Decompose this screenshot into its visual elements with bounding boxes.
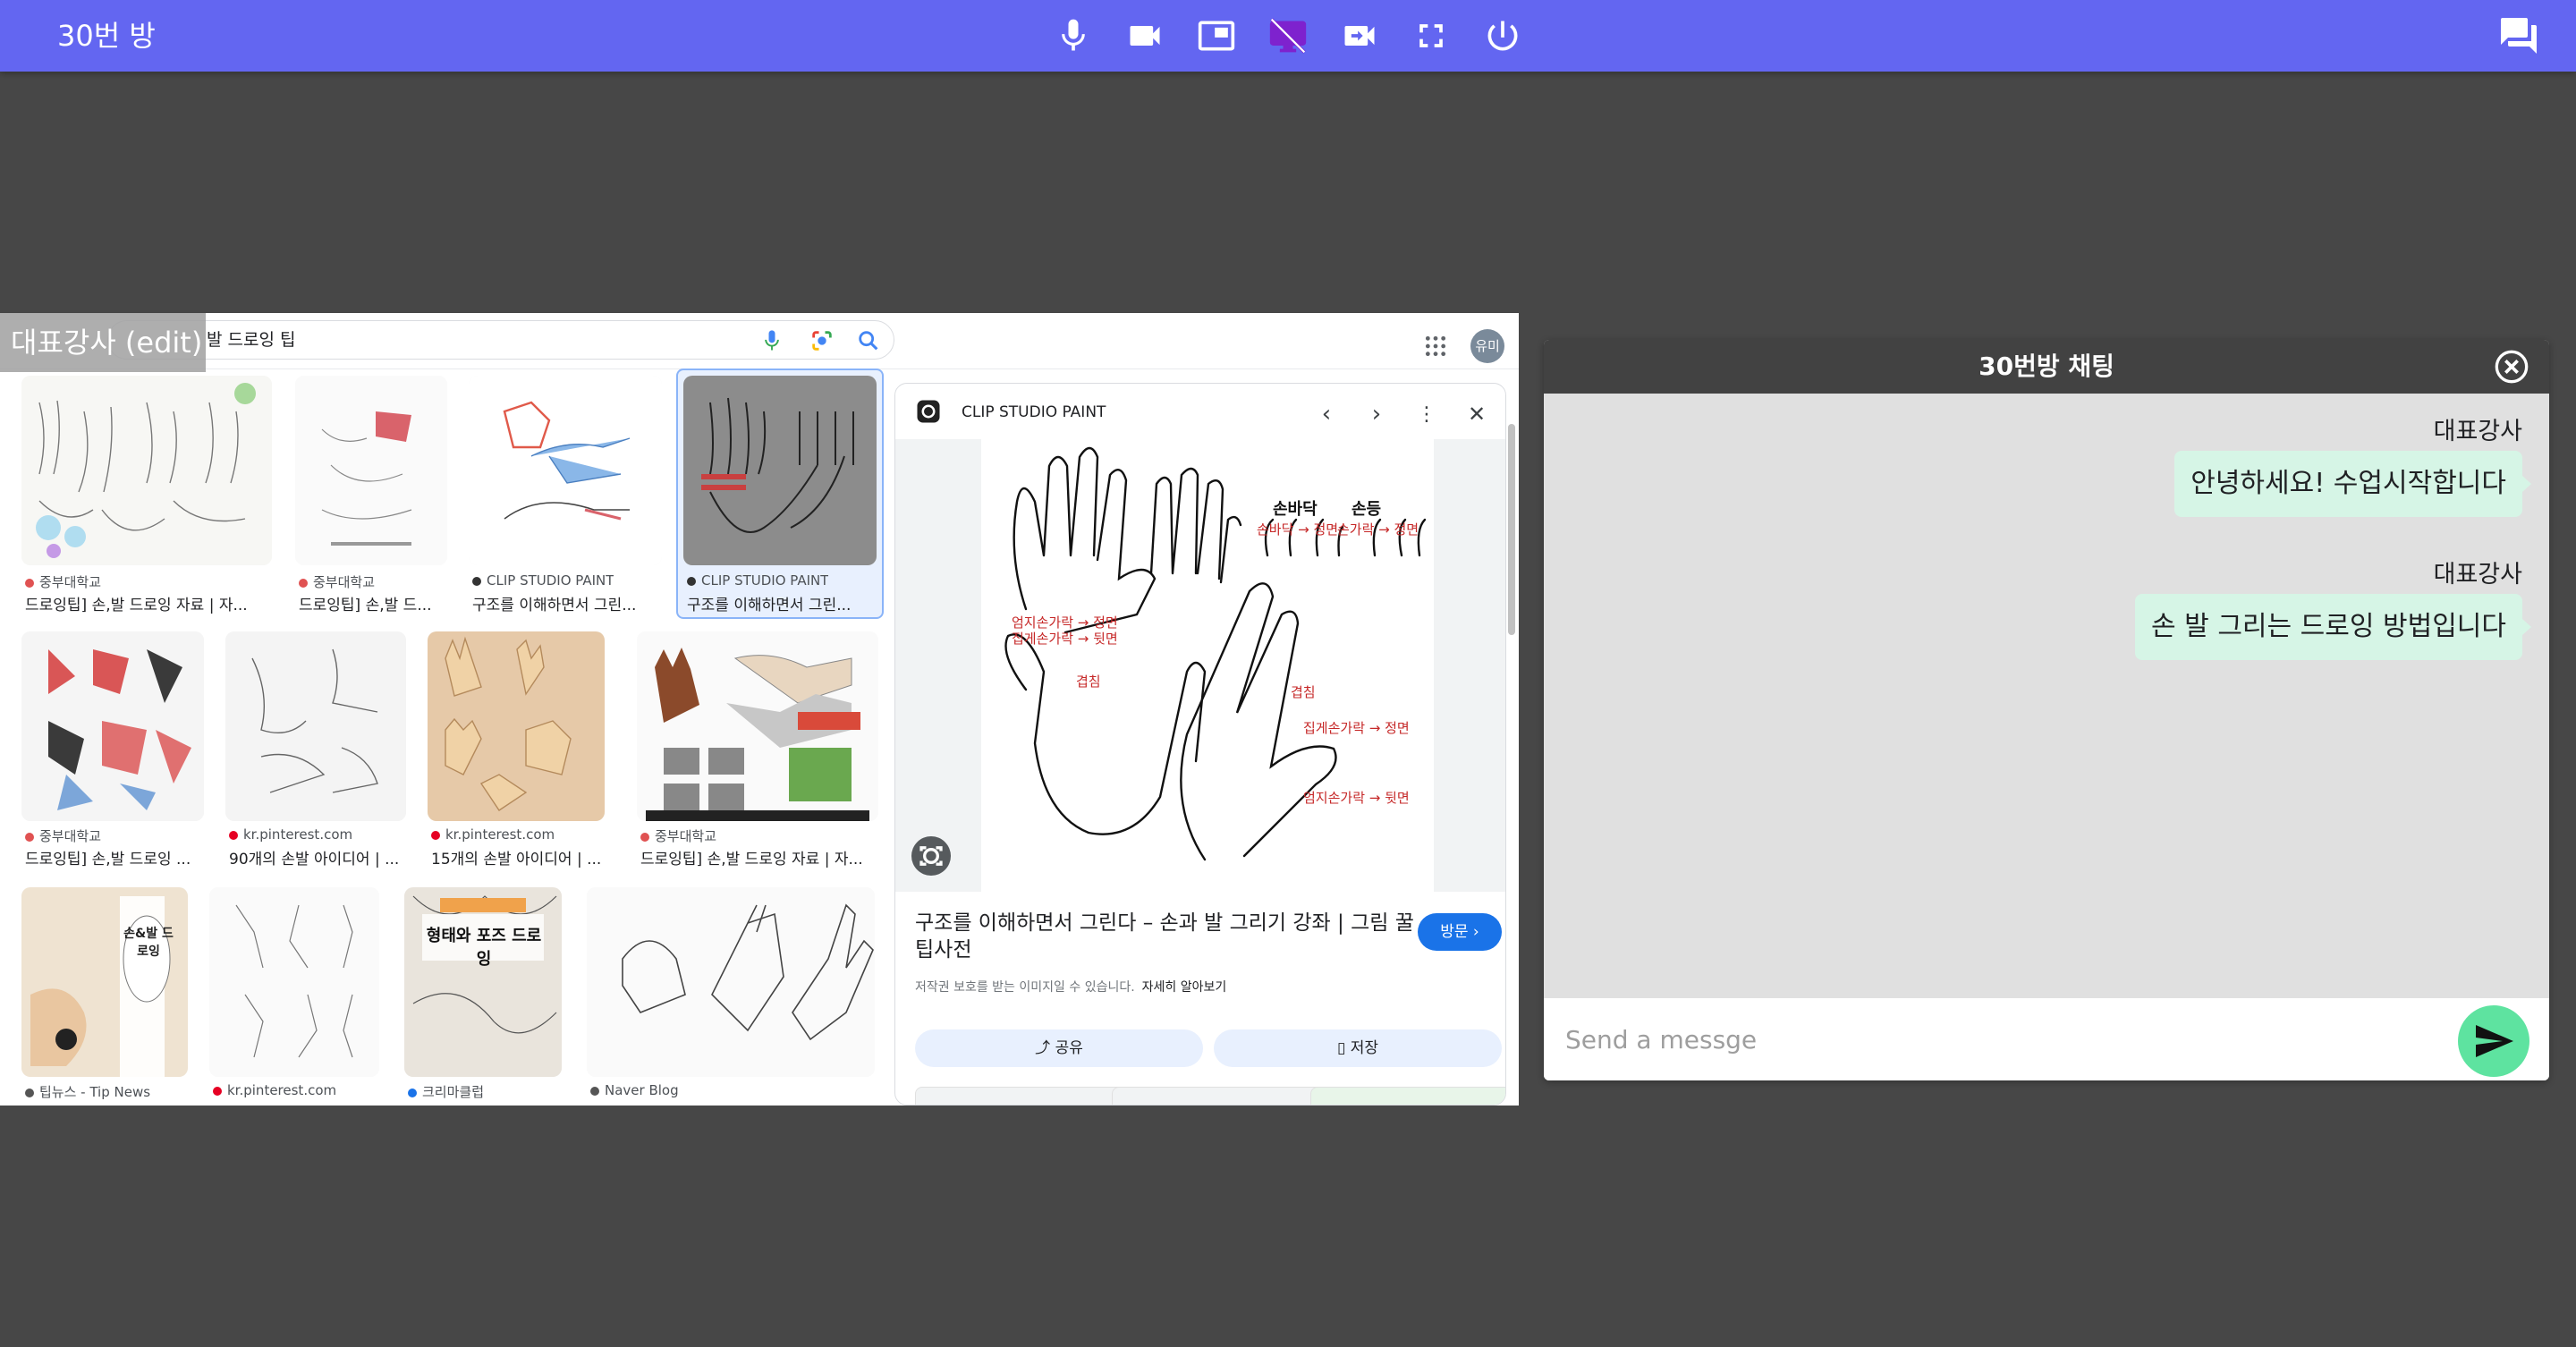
power-icon[interactable]	[1481, 14, 1524, 57]
label-back: 손등	[1352, 500, 1381, 519]
result-thumbnail[interactable]	[683, 376, 877, 565]
search-icon[interactable]	[856, 328, 881, 353]
result-source: kr.pinterest.com	[431, 826, 555, 843]
preview-site-name: CLIP STUDIO PAINT	[962, 403, 1106, 421]
result-thumbnail[interactable]	[587, 887, 875, 1077]
apps-grid-icon[interactable]	[1424, 335, 1447, 358]
top-bar: 30번 방	[0, 0, 2576, 72]
book-cover-title: 형태와 포즈 드로잉	[426, 927, 542, 969]
site-favicon-icon	[917, 400, 940, 423]
related-thumbnail[interactable]	[1112, 1087, 1323, 1105]
bookmark-icon: ▯	[1336, 1039, 1351, 1057]
send-button[interactable]	[2458, 1005, 2529, 1077]
mic-icon[interactable]	[1052, 14, 1095, 57]
related-thumbnail[interactable]	[915, 1087, 1126, 1105]
shared-screen: 발 드로잉 팁 유미 중부대학교 드로잉팁] 손,발 드로잉 자료 | 자...…	[0, 313, 1519, 1106]
result-thumbnail[interactable]: 형태와 포즈 드로잉	[404, 887, 562, 1077]
result-title[interactable]: 드로잉팁] 손,발 드로잉 자료 | 자...	[25, 592, 267, 614]
result-title[interactable]: 드로잉팁] 손,발 드로잉 ...	[25, 846, 204, 868]
switch-camera-icon[interactable]	[1338, 14, 1381, 57]
label-overlap: 겹침	[1291, 684, 1316, 700]
related-thumbnail[interactable]	[1310, 1087, 1505, 1105]
scrollbar[interactable]	[1508, 424, 1515, 635]
chat-title: 30번방 채팅	[1544, 340, 2549, 394]
message-bubble: 안녕하세요! 수업시작합니다	[2174, 451, 2531, 517]
result-thumbnail[interactable]	[209, 887, 379, 1077]
screen-share-off-icon[interactable]	[1267, 14, 1309, 57]
label-index-back: 집게손가락 → 뒷면	[1012, 631, 1118, 647]
result-source: CLIP STUDIO PAINT	[472, 572, 614, 589]
result-source: 중부대학교	[25, 826, 101, 845]
result-thumbnail[interactable]	[428, 631, 605, 821]
preview-title[interactable]: 구조를 이해하면서 그린다 – 손과 발 그리기 강좌 | 그림 꿀팁사전	[915, 910, 1416, 963]
profile-avatar[interactable]: 유미	[1470, 329, 1504, 363]
result-source: 중부대학교	[640, 826, 716, 845]
previous-icon[interactable]: ‹	[1310, 398, 1343, 430]
close-icon[interactable]: ✕	[1461, 398, 1493, 430]
result-thumbnail[interactable]	[225, 631, 406, 821]
save-button[interactable]: ▯ 저장	[1214, 1029, 1502, 1067]
next-icon[interactable]: ›	[1360, 398, 1393, 430]
video-camera-icon[interactable]	[1123, 14, 1166, 57]
visit-button[interactable]: 방문 ›	[1418, 913, 1502, 951]
room-title: 30번 방	[57, 19, 156, 53]
result-thumbnail[interactable]	[295, 376, 447, 565]
result-title[interactable]: 구조를 이해하면서 그린...	[472, 592, 660, 614]
label-palm: 손바닥	[1273, 500, 1318, 519]
result-source: kr.pinterest.com	[213, 1082, 336, 1098]
message-author: 대표강사	[2433, 561, 2522, 589]
preview-image[interactable]: 손바닥 손등 손바닥 → 정면 손가락 → 정면 엄지손가락 → 정면 집게손가…	[981, 439, 1434, 892]
send-icon	[2476, 1025, 2513, 1057]
result-thumbnail[interactable]: 손&발 드로잉	[21, 887, 188, 1077]
label-finger-dir: 손가락 → 정면	[1337, 521, 1419, 538]
lens-camera-icon[interactable]	[911, 836, 951, 876]
image-preview-panel: CLIP STUDIO PAINT ‹ › ⋮ ✕ 손바닥 손등 손바닥 → 정…	[894, 383, 1506, 1106]
share-button[interactable]: ⤴ 공유	[915, 1029, 1203, 1067]
chat-input-row	[1544, 998, 2549, 1080]
picture-in-picture-icon[interactable]	[1195, 14, 1238, 57]
search-bar[interactable]: 발 드로잉 팁	[107, 320, 894, 360]
search-query: 발 드로잉 팁	[207, 330, 296, 350]
result-thumbnail[interactable]	[21, 376, 272, 565]
result-source: kr.pinterest.com	[229, 826, 352, 843]
label-palm-dir: 손바닥 → 정면	[1257, 521, 1338, 538]
result-source: 중부대학교	[299, 572, 375, 591]
close-chat-icon[interactable]	[2494, 349, 2529, 385]
result-title[interactable]: 드로잉팁] 손,발 드...	[299, 592, 451, 614]
label-overlap: 겹침	[1076, 674, 1101, 690]
result-source: 중부대학교	[25, 572, 101, 591]
preview-side-bg	[895, 439, 981, 892]
label-thumb-back: 엄지손가락 → 뒷면	[1303, 790, 1410, 806]
result-title[interactable]: 90개의 손발 아이디어 | ...	[229, 846, 408, 868]
share-icon: ⤴	[1035, 1039, 1055, 1057]
result-title[interactable]: 구조를 이해하면서 그린...	[687, 592, 875, 614]
learn-more-link[interactable]: 자세히 알아보기	[1142, 980, 1227, 995]
label-index-front: 집게손가락 → 정면	[1303, 720, 1410, 736]
message-author: 대표강사	[2433, 418, 2522, 445]
result-title[interactable]: 15개의 손발 아이디어 | ...	[431, 846, 610, 868]
result-thumbnail[interactable]	[21, 631, 204, 821]
fullscreen-icon[interactable]	[1410, 14, 1453, 57]
more-options-icon[interactable]: ⋮	[1411, 398, 1443, 430]
result-title[interactable]: 드로잉팁] 손,발 드로잉 자료 | 자...	[640, 846, 875, 868]
preview-side-bg	[1434, 439, 1505, 892]
lens-search-icon[interactable]	[809, 328, 835, 353]
result-thumbnail[interactable]	[637, 631, 878, 821]
presenter-label: 대표강사 (edit)	[0, 313, 206, 372]
copyright-note: 저작권 보호를 받는 이미지일 수 있습니다. 자세히 알아보기	[915, 980, 1227, 995]
result-source: Naver Blog	[590, 1082, 679, 1098]
result-source: CLIP STUDIO PAINT	[687, 572, 828, 589]
chat-panel: 30번방 채팅 대표강사 안녕하세요! 수업시작합니다 대표강사 손 발 그리는…	[1544, 340, 2549, 1080]
book-cover-title: 손&발 드로잉	[123, 927, 174, 959]
voice-search-icon[interactable]	[759, 328, 784, 353]
message-input[interactable]	[1565, 1014, 2424, 1064]
result-source: 크리마클럽	[408, 1082, 484, 1101]
chat-bubbles-icon[interactable]	[2497, 14, 2540, 57]
result-thumbnail[interactable]	[469, 376, 662, 565]
label-thumb-front: 엄지손가락 → 정면	[1012, 614, 1118, 631]
result-source: 팁뉴스 - Tip News	[25, 1082, 150, 1101]
message-bubble: 손 발 그리는 드로잉 방법입니다	[2135, 594, 2531, 660]
